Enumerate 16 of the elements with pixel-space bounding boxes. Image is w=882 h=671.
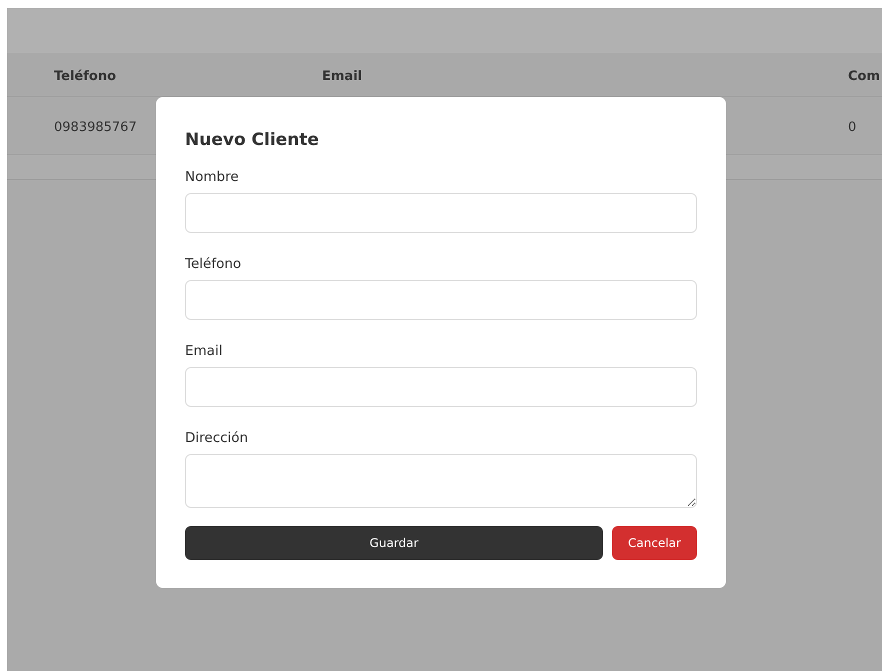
field-label: Dirección	[185, 430, 250, 446]
save-button[interactable]: Guardar	[185, 526, 603, 560]
column-header: Com	[848, 69, 880, 84]
table-cell: 0983985767	[54, 120, 137, 135]
field-label: Email	[185, 343, 224, 359]
column-header: Teléfono	[54, 69, 116, 84]
column-header: Email	[322, 69, 362, 84]
field-label: Teléfono	[185, 256, 242, 272]
input-field[interactable]	[185, 367, 697, 407]
input-field[interactable]	[185, 193, 697, 233]
cancel-button[interactable]: Cancelar	[612, 526, 697, 560]
input-field[interactable]	[185, 280, 697, 320]
address-field[interactable]	[185, 454, 697, 508]
field-label: Nombre	[185, 169, 240, 185]
modal-title: Nuevo Cliente	[185, 130, 320, 150]
table-cell: 0	[848, 120, 856, 135]
